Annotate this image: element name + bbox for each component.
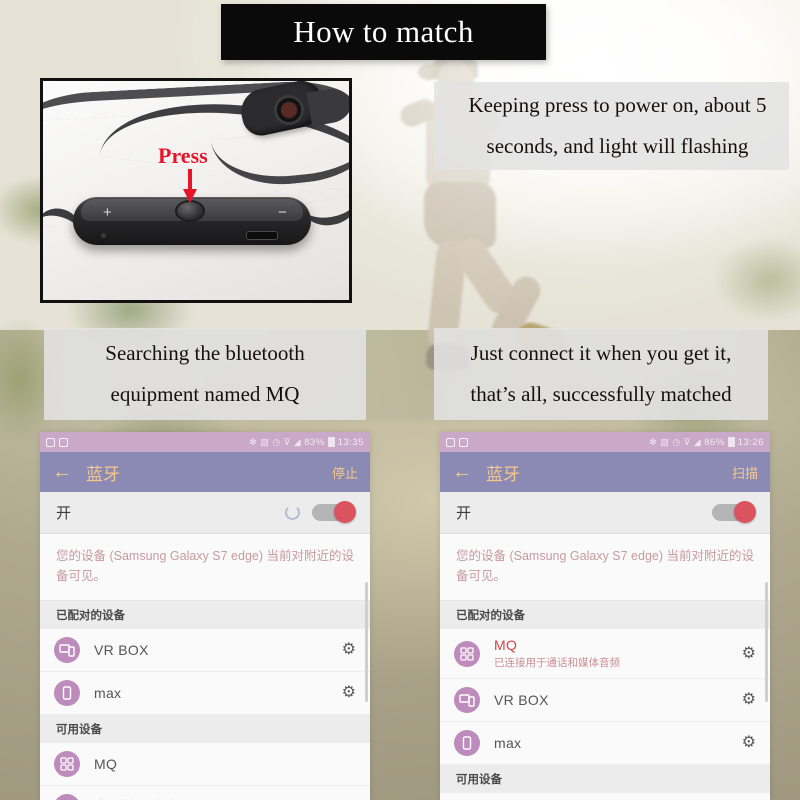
bluetooth-toggle-row[interactable]: 开 bbox=[40, 492, 370, 534]
monitor-phone-icon bbox=[54, 637, 80, 663]
volume-down-label: − bbox=[278, 204, 287, 221]
wifi-icon: ⊽ bbox=[683, 436, 691, 447]
product-photo-inset: + − Press bbox=[40, 78, 352, 303]
scrollbar[interactable] bbox=[365, 582, 368, 702]
signal-icon: ◢ bbox=[693, 436, 702, 447]
status-bar: ✻ ▧ ◷ ⊽ ◢ 83% 13:35 bbox=[40, 432, 370, 452]
screenshot-icon bbox=[46, 437, 55, 447]
list-item[interactable]: 客厅的小米盒子 bbox=[40, 786, 370, 800]
app-bar: ← 蓝牙 停止 bbox=[40, 452, 370, 492]
battery-icon bbox=[727, 437, 735, 447]
caption-line: equipment named MQ bbox=[110, 382, 300, 406]
app-bar: ← 蓝牙 扫描 bbox=[440, 452, 770, 492]
bluetooth-switch[interactable] bbox=[312, 501, 356, 523]
grid-icon bbox=[54, 751, 80, 777]
caption-line: Searching the bluetooth bbox=[105, 341, 305, 366]
power-button bbox=[175, 200, 205, 222]
battery-icon bbox=[327, 437, 335, 447]
paired-devices-header: 已配对的设备 bbox=[40, 601, 370, 629]
bluetooth-state-label: 开 bbox=[456, 505, 472, 522]
gear-icon[interactable]: ⚙ bbox=[742, 645, 756, 662]
list-item[interactable]: max ⚙ bbox=[440, 722, 770, 765]
caption-connected: Just connect it when you get it, that’s … bbox=[434, 328, 768, 420]
earbud-driver-core bbox=[281, 102, 297, 118]
caption-power-on: Keeping press to power on, about 5 secon… bbox=[434, 82, 789, 170]
gear-icon[interactable]: ⚙ bbox=[342, 685, 356, 701]
mute-icon: ▧ bbox=[260, 436, 270, 447]
paired-devices-header: 已配对的设备 bbox=[440, 601, 770, 629]
grid-icon bbox=[454, 640, 480, 667]
phone-screenshot-connected: ✻ ▧ ◷ ⊽ ◢ 86% 13:26 ← 蓝牙 扫描 开 您的设备 (Sams… bbox=[440, 432, 770, 800]
scrollbar[interactable] bbox=[765, 582, 768, 702]
status-bar: ✻ ▧ ◷ ⊽ ◢ 86% 13:26 bbox=[440, 432, 770, 452]
usb-charging-port bbox=[246, 231, 278, 240]
lock-icon bbox=[459, 437, 468, 447]
press-arrow-icon bbox=[183, 169, 197, 203]
back-icon[interactable]: ← bbox=[452, 462, 472, 482]
caption-line: Keeping press to power on, about 5 bbox=[468, 93, 767, 118]
caption-line: seconds, and light will flashing bbox=[486, 134, 749, 158]
page-title: How to match bbox=[221, 4, 546, 60]
visibility-notice: 您的设备 (Samsung Galaxy S7 edge) 当前对附近的设备可见… bbox=[440, 534, 770, 601]
app-title: 蓝牙 bbox=[86, 464, 120, 484]
available-devices-header: 可用设备 bbox=[440, 765, 770, 793]
phone-screenshot-searching: ✻ ▧ ◷ ⊽ ◢ 83% 13:35 ← 蓝牙 停止 开 您的设备 (Sams… bbox=[40, 432, 370, 800]
device-name: MQ bbox=[494, 637, 518, 653]
gear-icon[interactable]: ⚙ bbox=[342, 642, 356, 658]
stop-scan-button[interactable]: 停止 bbox=[332, 463, 358, 482]
wifi-icon: ⊽ bbox=[283, 436, 291, 447]
back-icon[interactable]: ← bbox=[52, 462, 72, 482]
app-title: 蓝牙 bbox=[486, 464, 520, 484]
mute-icon: ▧ bbox=[660, 436, 670, 447]
phone-icon bbox=[454, 730, 480, 756]
bluetooth-state-label: 开 bbox=[56, 505, 72, 522]
gear-icon[interactable]: ⚙ bbox=[742, 735, 756, 751]
visibility-notice: 您的设备 (Samsung Galaxy S7 edge) 当前对附近的设备可见… bbox=[40, 534, 370, 601]
phone-icon bbox=[54, 680, 80, 706]
scan-button[interactable]: 扫描 bbox=[732, 463, 758, 482]
bluetooth-icon: ✻ bbox=[249, 436, 258, 447]
list-item[interactable]: VR BOX ⚙ bbox=[440, 679, 770, 722]
battery-percent: 83% bbox=[304, 436, 325, 448]
signal-icon: ◢ bbox=[293, 436, 302, 447]
bluetooth-icon: ✻ bbox=[649, 436, 658, 447]
list-item[interactable]: VR BOX ⚙ bbox=[40, 629, 370, 672]
monitor-phone-icon bbox=[454, 687, 480, 713]
microphone-hole bbox=[101, 233, 106, 238]
clock: 13:26 bbox=[737, 436, 764, 448]
bluetooth-toggle-row[interactable]: 开 bbox=[440, 492, 770, 534]
lock-icon bbox=[59, 437, 68, 447]
device-name: max bbox=[94, 685, 122, 701]
battery-percent: 86% bbox=[704, 436, 725, 448]
volume-up-label: + bbox=[103, 204, 112, 221]
caption-searching: Searching the bluetooth equipment named … bbox=[44, 328, 366, 420]
device-name: VR BOX bbox=[94, 642, 149, 658]
device-name: MQ bbox=[94, 756, 118, 772]
available-devices-header: 可用设备 bbox=[40, 715, 370, 743]
gear-icon[interactable]: ⚙ bbox=[742, 692, 756, 708]
list-item[interactable]: max ⚙ bbox=[40, 672, 370, 715]
clock: 13:35 bbox=[337, 436, 364, 448]
device-name: max bbox=[494, 735, 522, 751]
list-item[interactable]: MQ 已连接用于通话和媒体音频 ⚙ bbox=[440, 629, 770, 679]
caption-line: Just connect it when you get it, bbox=[470, 341, 732, 366]
bluetooth-switch[interactable] bbox=[712, 501, 756, 523]
device-name: VR BOX bbox=[494, 692, 549, 708]
alarm-icon: ◷ bbox=[272, 436, 281, 447]
screenshot-icon bbox=[446, 437, 455, 447]
caption-line: that’s all, successfully matched bbox=[470, 382, 732, 406]
scanning-spinner-icon bbox=[285, 505, 300, 520]
list-item[interactable]: MQ bbox=[40, 743, 370, 786]
press-annotation-label: Press bbox=[158, 143, 208, 168]
alarm-icon: ◷ bbox=[672, 436, 681, 447]
device-status: 已连接用于通话和媒体音频 bbox=[494, 657, 620, 669]
tv-icon bbox=[54, 794, 80, 800]
